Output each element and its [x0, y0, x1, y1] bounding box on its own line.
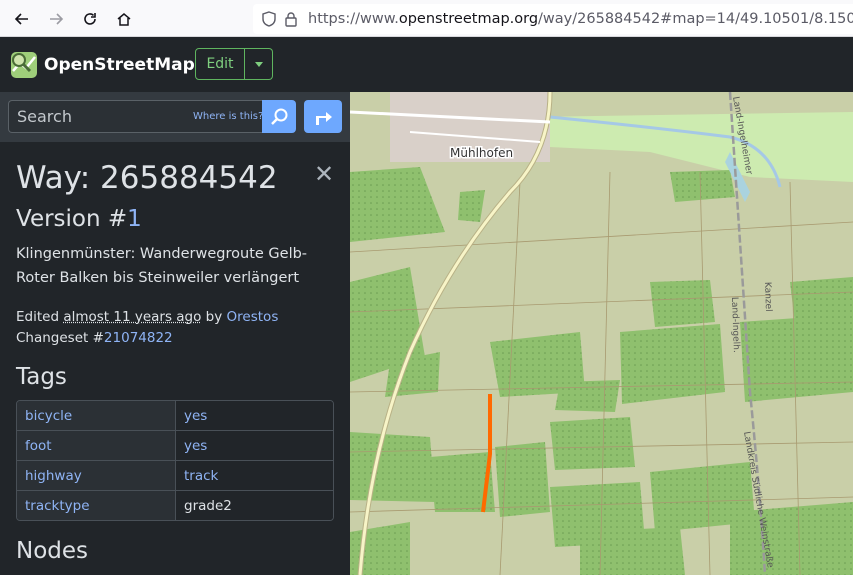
table-row: foot yes [17, 430, 333, 460]
tag-key-link[interactable]: highway [17, 461, 176, 490]
tag-key-link[interactable]: bicycle [17, 401, 176, 430]
site-header: OpenStreetMap Edit [0, 37, 853, 92]
tag-key-link[interactable]: tracktype [17, 491, 176, 520]
brand-name[interactable]: OpenStreetMap [44, 55, 195, 75]
tag-key-link[interactable]: foot [17, 431, 176, 460]
shield-icon[interactable] [261, 11, 277, 31]
tags-heading: Tags [16, 364, 67, 390]
sidebar: Where is this? Way: 265884542 ✕ Version … [0, 92, 350, 575]
edit-button[interactable]: Edit [195, 48, 245, 80]
caret-down-icon [255, 62, 263, 67]
map-canvas[interactable]: Mühlhofen Land-Ingelheimer Kanzel Land-I… [350, 92, 853, 575]
address-bar[interactable]: https://www.openstreetmap.org/way/265884… [253, 4, 853, 34]
tag-value-link[interactable]: yes [176, 431, 333, 460]
changeset-link[interactable]: 21074822 [104, 330, 173, 346]
where-is-this-link[interactable]: Where is this? [193, 111, 263, 122]
tag-value-link[interactable]: track [176, 461, 333, 490]
table-row: highway track [17, 460, 333, 490]
browser-toolbar: https://www.openstreetmap.org/way/265884… [0, 0, 853, 37]
tags-table: bicycle yes foot yes highway track track… [16, 400, 334, 521]
version-heading: Version #1 [16, 206, 142, 232]
search-button[interactable] [262, 100, 296, 133]
road-label: Land-Ingelh. [729, 297, 741, 353]
search-field-wrap: Where is this? [8, 100, 263, 133]
edit-dropdown-button[interactable] [245, 48, 273, 80]
search-icon [269, 107, 289, 127]
version-link[interactable]: 1 [127, 206, 142, 232]
table-row: bicycle yes [17, 401, 333, 430]
close-icon[interactable]: ✕ [314, 162, 334, 186]
page-title: Way: 265884542 [16, 160, 278, 196]
edit-button-group: Edit [195, 48, 273, 80]
osm-logo-icon[interactable] [10, 51, 38, 79]
home-icon[interactable] [111, 6, 137, 32]
map-view[interactable]: Mühlhofen Land-Ingelheimer Kanzel Land-I… [350, 92, 853, 575]
nodes-heading: Nodes [16, 538, 88, 564]
directions-icon [312, 107, 334, 127]
search-input[interactable] [17, 107, 187, 126]
place-label: Mühlhofen [450, 146, 513, 160]
editor-link[interactable]: Orestos [227, 309, 279, 325]
edited-time: almost 11 years ago [63, 309, 201, 325]
tag-value: grade2 [176, 491, 333, 520]
edit-info: Edited almost 11 years ago by Orestos Ch… [16, 307, 278, 349]
url-text: https://www.openstreetmap.org/way/265884… [308, 11, 853, 27]
tag-value-link[interactable]: yes [176, 401, 333, 430]
reload-icon[interactable] [77, 6, 103, 32]
back-icon[interactable] [9, 6, 35, 32]
table-row: tracktype grade2 [17, 490, 333, 520]
changeset-comment: Klingenmünster: Wanderwegroute Gelb-Rote… [16, 242, 316, 290]
road-label: Kanzel [762, 282, 773, 312]
directions-button[interactable] [304, 100, 342, 133]
forward-icon[interactable] [43, 6, 69, 32]
search-bar: Where is this? [0, 92, 350, 142]
lock-icon[interactable] [284, 11, 298, 31]
